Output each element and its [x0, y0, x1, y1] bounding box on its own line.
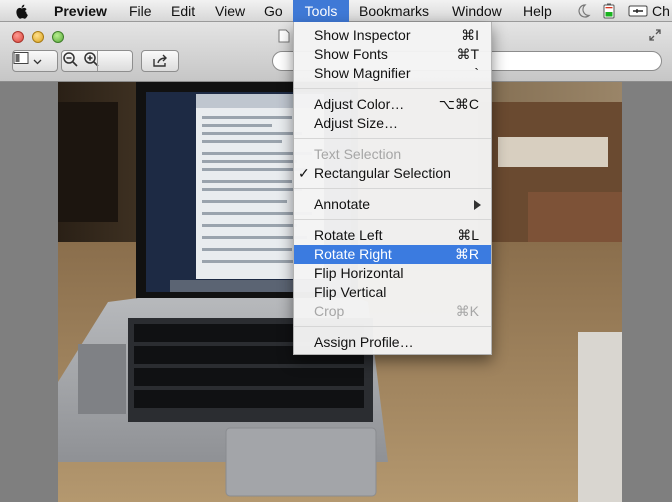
menu-separator: [294, 138, 491, 139]
menu-separator: [294, 88, 491, 89]
menu-item-text-selection: Text Selection: [294, 145, 491, 164]
sidebar-view-button[interactable]: [12, 50, 58, 72]
status-text[interactable]: Ch: [652, 0, 670, 22]
menu-help[interactable]: Help: [523, 0, 552, 22]
menu-item-label: Rotate Left: [314, 227, 383, 243]
menu-item-label: Rectangular Selection: [314, 165, 451, 181]
menu-item-shortcut: ⌘I: [461, 27, 479, 43]
menu-tools[interactable]: Tools: [293, 0, 349, 22]
zoom-button[interactable]: [52, 31, 64, 43]
menu-item-label: Show Magnifier: [314, 65, 411, 81]
menu-window[interactable]: Window: [452, 0, 502, 22]
menu-item-shortcut: ⌘R: [454, 246, 479, 262]
menu-file[interactable]: File: [129, 0, 152, 22]
share-icon: [153, 54, 167, 67]
apple-logo-icon[interactable]: [14, 3, 30, 19]
menu-separator: [294, 188, 491, 189]
menu-item-label: Adjust Size…: [314, 115, 399, 131]
menu-item-shortcut: ⌘K: [455, 303, 479, 319]
menu-item-adjust-color[interactable]: Adjust Color… ⌥⌘C: [294, 95, 491, 114]
document-icon: [278, 29, 290, 43]
menu-item-rectangular-selection[interactable]: ✓ Rectangular Selection: [294, 164, 491, 183]
menu-item-label: Adjust Color…: [314, 96, 405, 112]
tools-menu: Show Inspector ⌘I Show Fonts ⌘T Show Mag…: [293, 22, 492, 355]
zoom-segmented-control: [61, 50, 133, 72]
menu-item-crop: Crop ⌘K: [294, 302, 491, 321]
share-button[interactable]: [141, 50, 179, 72]
menu-item-label: Assign Profile…: [314, 334, 414, 350]
submenu-arrow-icon: [474, 200, 481, 210]
menu-bar: Preview File Edit View Go Tools Bookmark…: [0, 0, 672, 22]
menu-item-shortcut: ⌘L: [457, 227, 479, 243]
menu-edit[interactable]: Edit: [171, 0, 195, 22]
menu-item-show-fonts[interactable]: Show Fonts ⌘T: [294, 45, 491, 64]
menu-item-assign-profile[interactable]: Assign Profile…: [294, 333, 491, 352]
menu-item-shortcut: ⌘T: [456, 46, 479, 62]
chevron-down-icon: [33, 59, 42, 65]
menu-bookmarks[interactable]: Bookmarks: [359, 0, 429, 22]
menu-item-rotate-right[interactable]: Rotate Right ⌘R: [294, 245, 491, 264]
zoom-out-icon[interactable]: [62, 51, 79, 68]
menu-item-shortcut: ⌥⌘C: [438, 96, 479, 112]
fullscreen-icon[interactable]: [648, 28, 662, 42]
menu-separator: [294, 219, 491, 220]
menu-separator: [294, 326, 491, 327]
menu-item-flip-horizontal[interactable]: Flip Horizontal: [294, 264, 491, 283]
menu-item-shortcut: `: [474, 65, 479, 81]
menu-app-name[interactable]: Preview: [54, 0, 107, 22]
menu-item-show-inspector[interactable]: Show Inspector ⌘I: [294, 26, 491, 45]
checkmark-icon: ✓: [298, 165, 310, 181]
power-icon[interactable]: [628, 3, 648, 19]
menu-item-adjust-size[interactable]: Adjust Size…: [294, 114, 491, 133]
menu-item-label: Show Fonts: [314, 46, 388, 62]
segment-divider: [97, 51, 98, 71]
menu-item-annotate[interactable]: Annotate: [294, 195, 491, 214]
menu-item-label: Crop: [314, 303, 345, 319]
minimize-button[interactable]: [32, 31, 44, 43]
menu-item-label: Annotate: [314, 196, 371, 212]
menu-item-flip-vertical[interactable]: Flip Vertical: [294, 283, 491, 302]
menu-item-show-magnifier[interactable]: Show Magnifier `: [294, 64, 491, 83]
menu-view[interactable]: View: [215, 0, 245, 22]
menu-item-label: Flip Vertical: [314, 284, 387, 300]
menu-item-label: Rotate Right: [314, 246, 392, 262]
sidebar-icon: [13, 52, 29, 64]
battery-icon[interactable]: [603, 3, 615, 19]
menu-item-label: Show Inspector: [314, 27, 411, 43]
moon-icon[interactable]: [575, 3, 591, 19]
menu-go[interactable]: Go: [264, 0, 283, 22]
menu-item-label: Flip Horizontal: [314, 265, 404, 281]
menu-item-rotate-left[interactable]: Rotate Left ⌘L: [294, 226, 491, 245]
menu-item-label: Text Selection: [314, 146, 402, 162]
close-button[interactable]: [12, 31, 24, 43]
